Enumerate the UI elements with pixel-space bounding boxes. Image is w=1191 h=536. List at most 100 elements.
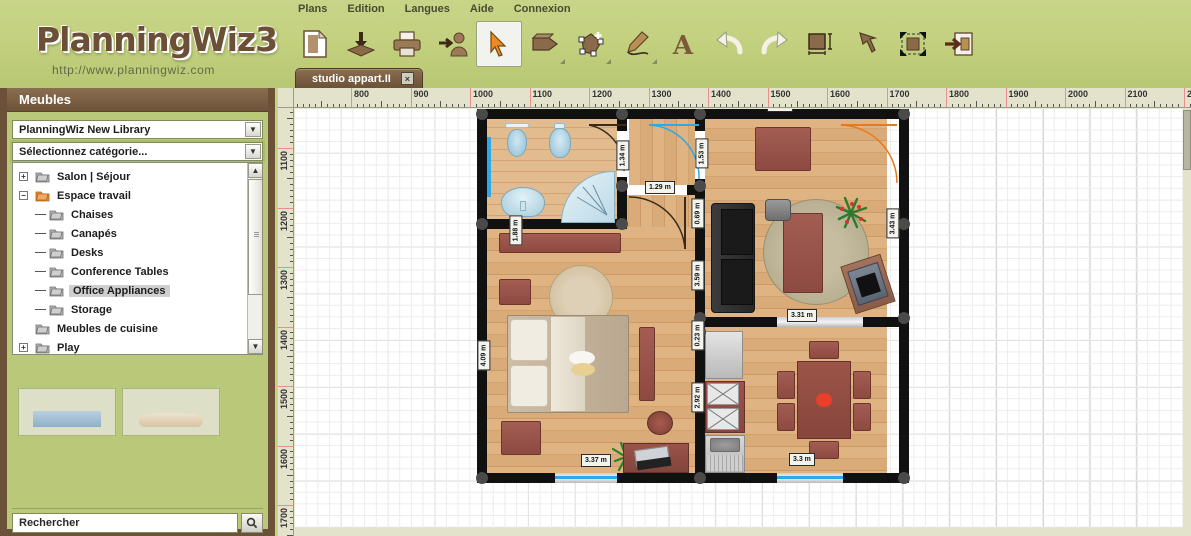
chevron-down-icon[interactable]: ▼ bbox=[245, 122, 261, 137]
tree-item-office-appliances[interactable]: Office Appliances bbox=[19, 281, 247, 300]
desk-with-laptop[interactable] bbox=[623, 443, 689, 473]
share-plan-button[interactable] bbox=[430, 21, 476, 67]
tree-item-desks[interactable]: Desks bbox=[19, 243, 247, 262]
dining-chair[interactable] bbox=[777, 371, 795, 399]
export-tool-button[interactable] bbox=[936, 21, 982, 67]
tree-item-chaises[interactable]: Chaises bbox=[19, 205, 247, 224]
tree-item-espace-travail[interactable]: − Espace travail bbox=[19, 186, 247, 205]
undo-button[interactable] bbox=[706, 21, 752, 67]
polygon-tool-button[interactable] bbox=[568, 21, 614, 67]
measure-tool-button[interactable] bbox=[798, 21, 844, 67]
toilet[interactable] bbox=[503, 123, 531, 161]
wall-node[interactable] bbox=[616, 218, 628, 230]
ruler-tick bbox=[862, 104, 864, 107]
wall-node[interactable] bbox=[898, 472, 910, 484]
sofa[interactable] bbox=[711, 203, 755, 313]
app-url: http://www.planningwiz.com bbox=[52, 63, 215, 77]
furniture-thumbnail[interactable] bbox=[122, 388, 220, 436]
wall-node[interactable] bbox=[476, 218, 488, 230]
bedroom-mat-small[interactable] bbox=[499, 279, 531, 305]
ruler-tick bbox=[290, 261, 293, 263]
close-icon[interactable]: × bbox=[400, 72, 414, 85]
ruler-tick bbox=[290, 219, 293, 221]
shower[interactable] bbox=[561, 171, 615, 223]
dining-chair[interactable] bbox=[853, 403, 871, 431]
living-table-top[interactable] bbox=[755, 127, 811, 171]
pencil-icon bbox=[622, 30, 652, 58]
category-select[interactable]: Sélectionnez catégorie... ▼ bbox=[10, 140, 265, 163]
tree-item-canap-s[interactable]: Canapés bbox=[19, 224, 247, 243]
tree-item-play[interactable]: + Play bbox=[19, 338, 247, 354]
text-tool-button[interactable]: A bbox=[660, 21, 706, 67]
tree-item-meubles-de-cuisine[interactable]: Meubles de cuisine bbox=[19, 319, 247, 338]
transform-tool-button[interactable] bbox=[890, 21, 936, 67]
furniture-thumbnail[interactable] bbox=[18, 388, 116, 436]
redo-button[interactable] bbox=[752, 21, 798, 67]
save-plan-button[interactable] bbox=[338, 21, 384, 67]
wall-node[interactable] bbox=[898, 218, 910, 230]
wall-node[interactable] bbox=[694, 180, 706, 192]
tab-studio-appart[interactable]: studio appart.II × bbox=[295, 68, 423, 88]
tree-toggle-icon[interactable]: + bbox=[19, 172, 28, 181]
wall-node[interactable] bbox=[694, 472, 706, 484]
dining-chair[interactable] bbox=[777, 403, 795, 431]
bed[interactable] bbox=[507, 315, 629, 413]
chevron-down-icon[interactable]: ▼ bbox=[245, 144, 261, 159]
bedroom-mat-corner[interactable] bbox=[501, 421, 541, 455]
ruler-major-mark bbox=[1184, 88, 1185, 107]
dining-table[interactable] bbox=[797, 361, 851, 439]
vertical-scrollbar[interactable] bbox=[1183, 108, 1191, 536]
library-select[interactable]: PlanningWiz New Library ▼ bbox=[12, 120, 263, 139]
menu-item-plans[interactable]: Plans bbox=[288, 2, 337, 18]
ruler-tick bbox=[1041, 104, 1043, 107]
scrollbar-thumb[interactable] bbox=[1183, 110, 1191, 170]
stove[interactable] bbox=[705, 381, 745, 433]
ruler-tick bbox=[565, 104, 567, 107]
category-tree[interactable]: + Salon | Séjour − Espace travail Chaises Can… bbox=[12, 162, 263, 355]
wall-node[interactable] bbox=[476, 472, 488, 484]
tree-item-storage[interactable]: Storage bbox=[19, 300, 247, 319]
new-plan-button[interactable] bbox=[292, 21, 338, 67]
dining-chair[interactable] bbox=[809, 341, 839, 359]
ruler-tick bbox=[702, 104, 704, 107]
armchair[interactable] bbox=[765, 199, 791, 221]
bedroom-bench[interactable] bbox=[639, 327, 655, 401]
tree-scrollbar[interactable]: ▲ ▼ bbox=[247, 163, 262, 354]
pointer-tool-button[interactable] bbox=[844, 21, 890, 67]
tree-toggle-icon[interactable]: + bbox=[19, 343, 28, 352]
menu-item-edition[interactable]: Edition bbox=[337, 2, 394, 18]
wall-node[interactable] bbox=[898, 312, 910, 324]
wall-node[interactable] bbox=[616, 180, 628, 192]
coffee-table[interactable] bbox=[783, 213, 823, 293]
fridge[interactable] bbox=[705, 331, 743, 379]
plant-living[interactable] bbox=[833, 195, 869, 229]
scroll-up-icon[interactable]: ▲ bbox=[248, 163, 262, 178]
select-tool-button[interactable] bbox=[476, 21, 522, 67]
sink[interactable] bbox=[501, 187, 545, 217]
ruler-tick bbox=[934, 104, 936, 107]
bidet[interactable] bbox=[547, 123, 573, 161]
tree-item-salon-s-jour[interactable]: + Salon | Séjour bbox=[19, 167, 247, 186]
floor-plan[interactable]: 1.88 m 1.34 m 1.29 m 1.53 m 0.69 m 3.59 m 0.23… bbox=[476, 109, 910, 489]
ruler-tick bbox=[678, 101, 680, 107]
search-input[interactable]: Rechercher bbox=[12, 513, 238, 533]
ruler-tick bbox=[743, 104, 745, 107]
desk-chair[interactable] bbox=[645, 409, 675, 437]
menu-item-connexion[interactable]: Connexion bbox=[504, 2, 581, 18]
draw-tool-button[interactable] bbox=[614, 21, 660, 67]
wall-tool-button[interactable] bbox=[522, 21, 568, 67]
dining-chair[interactable] bbox=[853, 371, 871, 399]
menu-item-aide[interactable]: Aide bbox=[460, 2, 504, 18]
search-button[interactable] bbox=[241, 513, 263, 533]
library-select-value: PlanningWiz New Library bbox=[19, 123, 151, 136]
plan-viewport[interactable]: 1.88 m 1.34 m 1.29 m 1.53 m 0.69 m 3.59 m 0.23… bbox=[295, 109, 1183, 529]
scroll-down-icon[interactable]: ▼ bbox=[248, 339, 262, 354]
scrollbar-thumb[interactable] bbox=[248, 179, 262, 295]
print-plan-button[interactable] bbox=[384, 21, 430, 67]
horizontal-scrollbar[interactable] bbox=[294, 528, 1183, 536]
tree-toggle-icon[interactable]: − bbox=[19, 191, 28, 200]
kitchen-sink[interactable] bbox=[705, 435, 745, 473]
tree-item-conference-tables[interactable]: Conference Tables bbox=[19, 262, 247, 281]
menu-item-langues[interactable]: Langues bbox=[395, 2, 460, 18]
ruler-tick bbox=[696, 104, 698, 107]
